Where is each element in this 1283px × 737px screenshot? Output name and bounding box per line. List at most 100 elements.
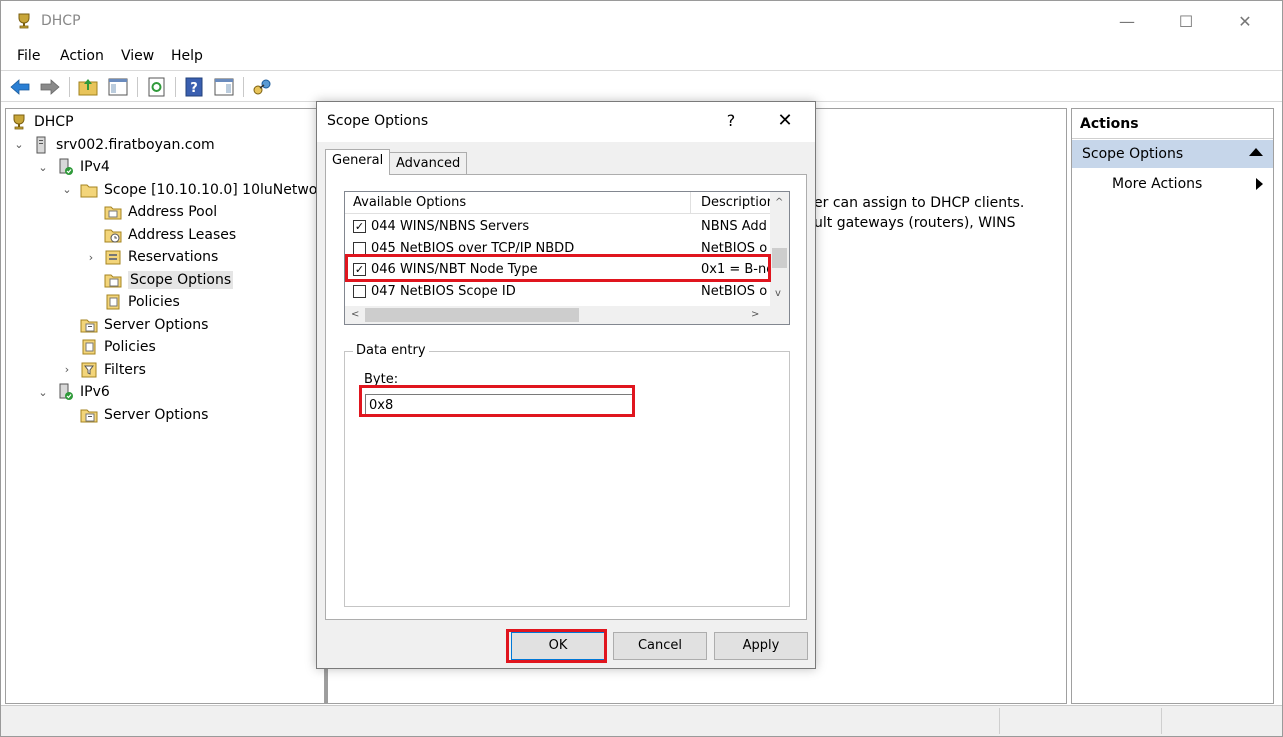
tree-item[interactable]: Server Options [60,404,208,426]
option-name: 045 NetBIOS over TCP/IP NBDD [371,240,575,256]
tree-item[interactable]: › Filters [60,359,146,381]
tree-item[interactable]: ⌄ Scope [10.10.10.0] 10luNetwork [60,179,325,201]
dialog-title: Scope Options [327,113,429,129]
option-row[interactable]: ✓ 044 WINS/NBNS Servers NBNS Add [345,216,770,237]
tree-item[interactable]: ⌄ IPv6 [36,381,110,403]
tree-item[interactable]: Address Leases [84,224,236,246]
data-entry-group: Data entry Byte: [344,343,790,607]
tree-item-label: Server Options [104,316,209,333]
checked-checkbox[interactable]: ✓ [353,220,366,233]
actions-pane: Actions Scope Options More Actions [1071,108,1274,704]
unchecked-checkbox[interactable] [353,241,366,255]
policies-icon [106,294,120,310]
horizontal-scrollbar[interactable]: < > [345,306,789,324]
tab-advanced[interactable]: Advanced [389,152,468,175]
tree-item-label: Policies [104,339,156,355]
help-icon[interactable]: ? [183,76,205,98]
tree-item-label: Reservations [128,249,219,265]
details-text-line-1: er can assign to DHCP clients. [814,195,1025,211]
horizontal-scroll-thumb[interactable] [365,308,579,322]
byte-input[interactable] [365,394,633,416]
forward-arrow-icon[interactable] [39,76,61,98]
menu-bar: File Action View Help [1,45,1282,69]
expand-chevron-icon[interactable]: › [84,251,98,264]
show-hide-action-pane-icon[interactable] [213,76,235,98]
option-description: NetBIOS o [701,283,768,299]
address-pool-icon [104,206,122,220]
submenu-arrow-icon [1256,178,1263,190]
collapse-triangle-icon[interactable] [1249,148,1263,156]
cancel-button[interactable]: Cancel [613,632,707,660]
column-header-description[interactable]: Descriptior [692,192,770,213]
actions-section-scope-options[interactable]: Scope Options [1072,140,1273,168]
window-title: DHCP [41,13,81,29]
expand-chevron-icon[interactable]: › [60,363,74,376]
filters-icon [81,362,97,377]
menu-file[interactable]: File [17,48,40,64]
tab-general[interactable]: General [325,149,391,175]
scroll-up-arrow-icon[interactable]: ^ [775,197,783,208]
tree-item[interactable]: Server Options [60,314,208,336]
option-description: 0x1 = B-no [701,262,771,277]
option-name: 046 WINS/NBT Node Type [371,262,538,277]
menu-action[interactable]: Action [60,48,104,64]
tree-item[interactable]: Policies [60,336,156,358]
dhcp-app-icon [18,13,30,29]
tree-item[interactable]: Scope Options [84,269,234,291]
column-header-available-options[interactable]: Available Options [345,192,691,213]
dialog-close-button[interactable]: ✕ [773,110,797,131]
show-hide-console-tree-icon[interactable] [107,76,129,98]
status-divider [999,708,1000,734]
byte-label: Byte: [364,372,399,387]
available-options-list[interactable]: Available Options Descriptior ✓ 044 WINS/… [344,191,790,325]
tree-item[interactable]: DHCP [10,111,74,133]
details-text-line-2: ult gateways (routers), WINS [814,215,1016,231]
ok-button[interactable]: OK [511,632,605,660]
more-actions-link[interactable]: More Actions [1112,176,1202,192]
vertical-scrollbar[interactable]: ^ v [770,192,789,306]
option-description: NetBIOS o [701,240,768,256]
option-row[interactable]: 047 NetBIOS Scope ID NetBIOS o [345,281,770,302]
status-bar [1,705,1282,736]
expand-chevron-icon[interactable]: ⌄ [60,183,74,196]
expand-chevron-icon[interactable]: ⌄ [36,386,50,399]
expand-chevron-icon[interactable]: ⌄ [36,161,50,174]
tree-item[interactable]: › Reservations [84,246,219,268]
folder-icon [80,184,98,197]
tree-item-label: Server Options [104,406,209,423]
close-button[interactable]: ✕ [1225,9,1265,35]
apply-button[interactable]: Apply [714,632,808,660]
title-bar: DHCP — ☐ ✕ [1,1,1282,43]
scroll-down-arrow-icon[interactable]: v [775,288,781,299]
server-options-icon [80,409,98,422]
tree-item[interactable]: Policies [84,291,180,313]
network-options-icon[interactable] [251,76,273,98]
option-row[interactable]: 045 NetBIOS over TCP/IP NBDD NetBIOS o [345,238,770,259]
tree-item[interactable]: ⌄ srv002.firatboyan.com [12,134,215,156]
toolbar-separator [137,77,138,97]
checked-checkbox[interactable]: ✓ [353,263,366,276]
vertical-scroll-thumb[interactable] [772,248,787,268]
tree-item-label: Address Pool [128,204,218,220]
expand-chevron-icon[interactable]: ⌄ [12,138,26,151]
reservations-icon [105,250,121,265]
menu-help[interactable]: Help [171,48,203,64]
scroll-right-arrow-icon[interactable]: > [751,309,759,320]
up-folder-icon[interactable] [77,76,99,98]
toolbar: ? [1,70,1282,102]
tree-item[interactable]: ⌄ IPv4 [36,156,110,178]
menu-view[interactable]: View [121,48,154,64]
tree-item-label: Scope Options [128,270,234,289]
back-arrow-icon[interactable] [9,76,31,98]
dialog-help-button[interactable]: ? [721,111,741,130]
maximize-button[interactable]: ☐ [1166,9,1206,35]
refresh-icon[interactable] [146,76,168,98]
tree-item-label: Filters [104,361,146,378]
scroll-left-arrow-icon[interactable]: < [351,309,359,320]
option-row[interactable]: ✓ 046 WINS/NBT Node Type 0x1 = B-no [345,259,771,280]
tree-item-label: Policies [128,294,180,310]
tree-item[interactable]: Address Pool [84,201,217,223]
tree-item-label: Scope [10.10.10.0] 10luNetwork [104,181,325,198]
unchecked-checkbox[interactable] [353,284,366,298]
minimize-button[interactable]: — [1107,9,1147,35]
